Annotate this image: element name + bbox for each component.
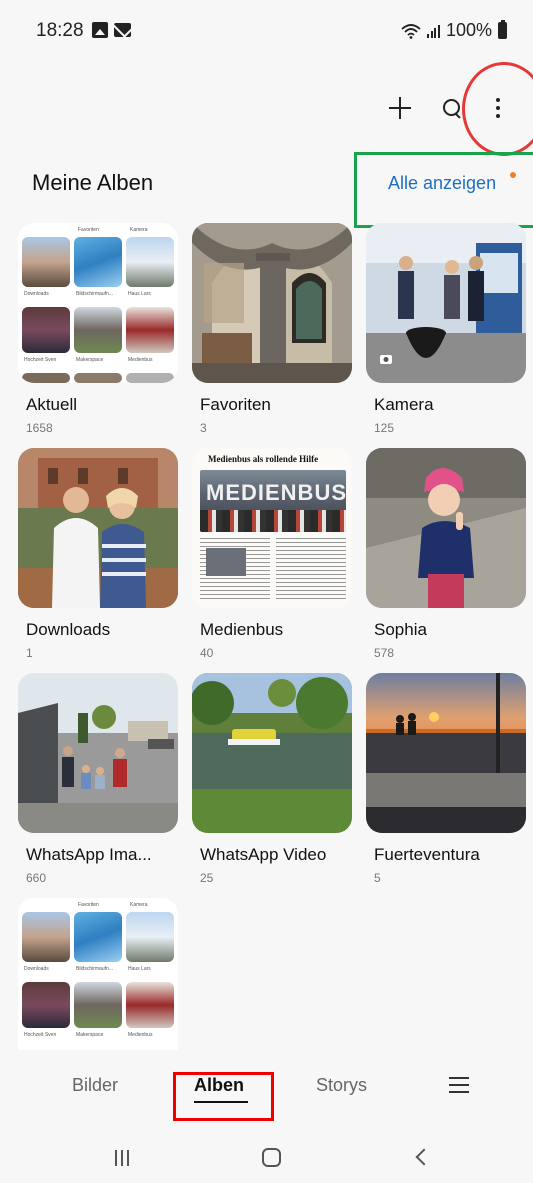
hamburger-menu-icon[interactable] bbox=[449, 1077, 469, 1093]
album-sophia[interactable]: Sophia 578 bbox=[366, 448, 526, 660]
walk-photo bbox=[18, 673, 178, 833]
bus-banner: MEDIENBUS bbox=[206, 480, 346, 505]
collage-label: Kamera bbox=[130, 227, 148, 233]
album-name: WhatsApp Video bbox=[200, 845, 327, 864]
album-name: Fuerteventura bbox=[374, 845, 480, 864]
tab-alben[interactable]: Alben bbox=[194, 1075, 244, 1096]
collage-label: Haus Lars bbox=[128, 291, 151, 297]
album-name: Sophia bbox=[374, 620, 427, 639]
collage-label: Favoriten bbox=[78, 227, 99, 233]
collage-label: Makerspace bbox=[76, 357, 104, 363]
add-button[interactable] bbox=[380, 88, 420, 128]
sunset-photo bbox=[366, 673, 526, 833]
album-fuerteventura[interactable]: Fuerteventura 5 bbox=[366, 673, 526, 885]
album-count: 660 bbox=[26, 871, 47, 885]
couple-photo bbox=[18, 448, 178, 608]
section-title: Meine Alben bbox=[32, 170, 154, 195]
newspaper-photo: MEDIENBUS bbox=[200, 470, 346, 532]
tab-bilder[interactable]: Bilder bbox=[72, 1075, 118, 1096]
collage-label: Medienbus bbox=[128, 357, 153, 363]
collage-label: Bildschirmaufn... bbox=[76, 291, 113, 297]
album-name: Favoriten bbox=[200, 395, 271, 414]
album-kamera[interactable]: Kamera 125 bbox=[366, 223, 526, 435]
notification-dot bbox=[510, 172, 516, 178]
album-thumbnail bbox=[18, 448, 178, 608]
album-medienbus[interactable]: Medienbus als rollende Hilfe MEDIENBUS M… bbox=[192, 448, 352, 660]
collage-label: Favoriten bbox=[78, 902, 99, 908]
more-options-button[interactable] bbox=[478, 88, 518, 128]
more-options-icon bbox=[496, 98, 500, 118]
event-photo bbox=[366, 223, 526, 383]
collage-label: Kamera bbox=[130, 902, 148, 908]
search-button[interactable] bbox=[432, 88, 472, 128]
top-action-bar bbox=[0, 78, 533, 138]
river-photo bbox=[192, 673, 352, 833]
album-collage-partial[interactable]: Favoriten Kamera Downloads Bildschirmauf… bbox=[18, 898, 178, 1050]
album-thumbnail bbox=[192, 223, 352, 383]
album-count: 5 bbox=[374, 871, 381, 885]
album-whatsapp-video[interactable]: WhatsApp Video 25 bbox=[192, 673, 352, 885]
recent-apps-icon[interactable] bbox=[115, 1150, 129, 1166]
album-name: WhatsApp Ima... bbox=[26, 845, 152, 864]
status-right: 100% bbox=[401, 20, 507, 41]
collage-label: Haus Lars bbox=[128, 966, 151, 972]
status-time: 18:28 bbox=[36, 20, 84, 41]
album-count: 578 bbox=[374, 646, 395, 660]
collage-label: Hochzeit Sven bbox=[24, 357, 57, 363]
plus-icon bbox=[389, 97, 411, 119]
signal-icon bbox=[427, 24, 440, 38]
wifi-icon bbox=[401, 23, 422, 39]
newspaper-headline: Medienbus als rollende Hilfe bbox=[208, 454, 319, 464]
album-thumbnail: Favoriten Kamera Downloads Bildschirmauf… bbox=[18, 223, 178, 383]
search-icon bbox=[442, 98, 462, 118]
album-count: 1658 bbox=[26, 421, 53, 435]
back-icon[interactable] bbox=[415, 1148, 433, 1166]
album-count: 1 bbox=[26, 646, 33, 660]
active-tab-indicator bbox=[194, 1101, 248, 1103]
bottom-navigation: Bilder Alben Storys bbox=[0, 1055, 533, 1115]
album-downloads[interactable]: Downloads 1 bbox=[18, 448, 178, 660]
album-thumbnail bbox=[366, 448, 526, 608]
child-photo bbox=[366, 448, 526, 608]
system-navigation-bar bbox=[0, 1130, 533, 1183]
status-notification-icons bbox=[92, 22, 131, 38]
collage-label: Downloads bbox=[24, 966, 49, 972]
tab-storys[interactable]: Storys bbox=[316, 1075, 367, 1096]
battery-icon bbox=[498, 20, 507, 39]
gallery-icon bbox=[92, 22, 108, 38]
album-count: 25 bbox=[200, 871, 214, 885]
see-all-link[interactable]: Alle anzeigen bbox=[388, 173, 496, 194]
album-count: 125 bbox=[374, 421, 395, 435]
battery-percent: 100% bbox=[445, 20, 492, 40]
album-thumbnail: Favoriten Kamera Downloads Bildschirmauf… bbox=[18, 898, 178, 1050]
collage-label: Medienbus bbox=[128, 1032, 153, 1038]
album-thumbnail bbox=[18, 673, 178, 833]
album-thumbnail bbox=[366, 673, 526, 833]
home-icon[interactable] bbox=[262, 1148, 281, 1167]
collage-label: Hochzeit Sven bbox=[24, 1032, 57, 1038]
church-interior-photo bbox=[192, 223, 352, 383]
album-favoriten[interactable]: Favoriten 3 bbox=[192, 223, 352, 435]
album-aktuell[interactable]: Favoriten Kamera Downloads Bildschirmauf… bbox=[18, 223, 178, 435]
album-name: Kamera bbox=[374, 395, 434, 414]
collage-label: Downloads bbox=[24, 291, 49, 297]
mail-icon bbox=[114, 23, 131, 37]
album-whatsapp-images[interactable]: WhatsApp Ima... 660 bbox=[18, 673, 178, 885]
album-name: Medienbus bbox=[200, 620, 284, 639]
collage-label: Bildschirmaufn... bbox=[76, 966, 113, 972]
collage-label: Makerspace bbox=[76, 1032, 104, 1038]
album-thumbnail bbox=[366, 223, 526, 383]
album-name: Downloads bbox=[26, 620, 111, 639]
status-bar: 18:28 100% bbox=[0, 0, 533, 60]
album-thumbnail: Medienbus als rollende Hilfe MEDIENBUS bbox=[192, 448, 352, 608]
album-name: Aktuell bbox=[26, 395, 78, 414]
album-thumbnail bbox=[192, 673, 352, 833]
album-count: 3 bbox=[200, 421, 207, 435]
album-count: 40 bbox=[200, 646, 214, 660]
